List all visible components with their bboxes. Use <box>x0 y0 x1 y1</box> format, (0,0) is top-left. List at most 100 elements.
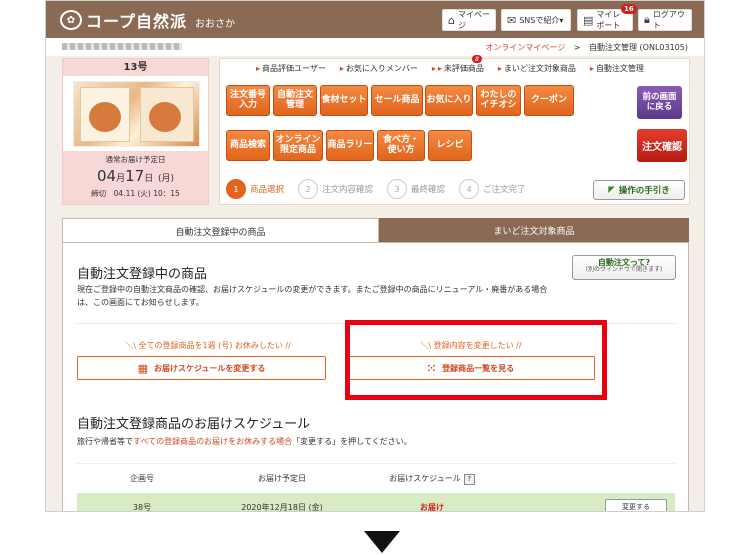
browser-frame: ✿ コープ自然派 おおさか ⌂ マイページ ✉ SNSで紹介▾ ▤ マイレポート… <box>45 0 705 512</box>
link-favorite-members[interactable]: お気に入りメンバー <box>340 63 418 74</box>
order-steps: 1 商品選択 2 注文内容確認 3 最終確認 4 ご注文完了 <box>226 179 540 199</box>
calendar-icon: ▦ <box>137 361 148 375</box>
step-num: 2 <box>305 184 311 194</box>
tab-label: まいど注文対象商品 <box>493 227 575 237</box>
mypage-button[interactable]: ⌂ マイページ <box>442 9 496 31</box>
link-regular-order-products[interactable]: まいど注文対象商品 <box>498 63 576 74</box>
back-button[interactable]: 前の画面 に戻る <box>637 86 682 119</box>
catalog-cover-image[interactable] <box>73 81 200 147</box>
day-unit: 日 <box>144 174 154 184</box>
area-name: おおさか <box>195 18 236 30</box>
step-3: 3 最終確認 <box>387 179 445 199</box>
schedule-desc-red: すべての登録商品のお届けをお休みする場合 <box>133 437 293 446</box>
product-rally-button[interactable]: 商品ラリー <box>326 130 374 161</box>
my-pick-button[interactable]: わたしの イチオシ <box>476 85 521 116</box>
recipe-button[interactable]: レシピ <box>428 130 472 161</box>
mail-icon: ✉ <box>507 13 517 27</box>
help-question-icon[interactable]: ? <box>463 473 475 485</box>
step-2: 2 注文内容確認 <box>298 179 373 199</box>
breadcrumb-mypage-link[interactable]: オンラインマイページ <box>485 43 565 52</box>
delivery-date: 04月17日 (月) <box>63 167 208 185</box>
breadcrumb-separator: > <box>573 43 581 52</box>
lock-icon: 🔒︎ <box>644 13 650 26</box>
logout-label: ログアウト <box>652 10 685 30</box>
myreport-button[interactable]: ▤ マイレポート 16 <box>577 4 637 31</box>
step-4-label: ご注文完了 <box>483 185 526 195</box>
section-description: 現在ご登録中の自動注文商品の確認、お届けスケジュールの変更ができます。またご登録… <box>77 285 548 307</box>
catalog-number: 13号 <box>63 59 208 76</box>
guide-label: 操作の手引き <box>618 186 670 196</box>
change-schedule-button[interactable]: ▦ お届けスケジュールを変更する <box>77 356 326 380</box>
how-to-eat-button[interactable]: 食べ方・ 使い方 <box>377 130 425 161</box>
link-unrated-products[interactable]: 未評価商品8 <box>432 55 484 74</box>
btn-label: 食材セット <box>321 94 367 105</box>
tab-auto-order-products[interactable]: 自動注文登録中の商品 <box>62 218 379 243</box>
step-1-label: 商品選択 <box>250 185 285 195</box>
delivery-day: 17 <box>125 167 145 185</box>
delivery-info: 通常お届け予定日 04月17日 (月) 締切 04.11 (火) 10：15 <box>63 151 208 204</box>
report-icon: ▤ <box>583 13 594 27</box>
meal-kit-button[interactable]: 食材セット <box>320 85 368 116</box>
home-icon: ⌂ <box>448 13 455 27</box>
btn-label: レシピ <box>436 139 464 150</box>
logout-button[interactable]: 🔒︎ ログアウト <box>638 9 692 31</box>
step-3-circle: 3 <box>387 179 408 199</box>
online-limited-button[interactable]: オンライン 限定商品 <box>273 130 323 161</box>
help-sublabel: (別のウィンドウで開きます) <box>585 266 663 274</box>
sub-bar: オンラインマイページ > 自動注文管理 (ONL03105) <box>46 38 704 56</box>
skip-week-note: ＼\ 全ての登録商品を1週 (号) お休みしたい // <box>125 341 291 350</box>
btn-label: 商品ラリー <box>327 139 373 150</box>
order-menu: 商品評価ユーザー お気に入りメンバー 未評価商品8 まいど注文対象商品 自動注文… <box>219 55 690 205</box>
delivery-month: 04 <box>96 167 117 185</box>
step-1: 1 商品選択 <box>226 179 284 199</box>
link-auto-order-management[interactable]: 自動注文管理 <box>590 63 644 74</box>
btn-label: 商品検索 <box>229 139 266 150</box>
col-issue: 企画号 <box>130 474 154 483</box>
back-label: 前の画面 に戻る <box>642 92 677 112</box>
btn-label: クーポン <box>530 94 567 105</box>
sale-products-button[interactable]: セール商品 <box>371 85 423 116</box>
order-confirm-button[interactable]: 注文確認 <box>637 129 687 162</box>
row-issue: 38号 <box>132 503 152 512</box>
menu-links: 商品評価ユーザー お気に入りメンバー 未評価商品8 まいど注文対象商品 自動注文… <box>256 55 644 74</box>
catalog-page-image <box>80 87 130 142</box>
product-search-button[interactable]: 商品検索 <box>226 130 270 161</box>
row-status: お届け <box>420 503 444 512</box>
step-3-label: 最終確認 <box>411 185 446 195</box>
month-unit: 月 <box>116 174 126 184</box>
btn-label: 自動注文 管理 <box>276 90 313 110</box>
step-2-label: 注文内容確認 <box>322 185 374 195</box>
step-4: 4 ご注文完了 <box>459 179 526 199</box>
table-row: 38号 2020年12月18日 (金) お届け 変更する <box>77 493 675 512</box>
myreport-badge: 16 <box>621 4 637 14</box>
tab-regular-order-products[interactable]: まいど注文対象商品 <box>379 218 689 243</box>
change-row-button[interactable]: 変更する <box>605 499 667 511</box>
down-arrow-icon <box>364 531 400 553</box>
order-number-input-button[interactable]: 注文番号 入力 <box>226 85 270 116</box>
btn-label: 食べ方・ 使い方 <box>382 135 419 155</box>
step-num: 4 <box>466 184 472 194</box>
btn-label: わたしの イチオシ <box>480 90 517 110</box>
beginner-mark-icon: ◤ <box>608 185 615 195</box>
link-product-review-users[interactable]: 商品評価ユーザー <box>256 63 326 74</box>
what-is-auto-order-button[interactable]: 自動注文って? (別のウィンドウで開きます) <box>572 255 676 280</box>
user-id-blurred <box>62 43 182 50</box>
step-num: 3 <box>394 184 400 194</box>
col-schedule-label: お届けスケジュール <box>389 473 461 483</box>
sns-share-button[interactable]: ✉ SNSで紹介▾ <box>501 9 571 31</box>
favorites-button[interactable]: お気に入り <box>425 85 473 116</box>
row-delivery-date: 2020年12月18日 (金) <box>241 503 323 512</box>
col-delivery-date: お届け予定日 <box>258 474 306 483</box>
catalog-card[interactable]: 13号 通常お届け予定日 04月17日 (月) 締切 04.11 (火) 10：… <box>62 58 209 205</box>
site-logo[interactable]: ✿ コープ自然派 おおさか <box>60 9 235 31</box>
coupon-button[interactable]: クーポン <box>524 85 574 116</box>
section-title: 自動注文登録中の商品 <box>77 267 208 282</box>
btn-label: セール商品 <box>374 94 420 105</box>
operation-guide-button[interactable]: ◤ 操作の手引き <box>593 180 685 200</box>
site-header: ✿ コープ自然派 おおさか ⌂ マイページ ✉ SNSで紹介▾ ▤ マイレポート… <box>46 1 704 38</box>
auto-order-management-button[interactable]: 自動注文 管理 <box>273 85 317 116</box>
highlight-box <box>345 320 607 400</box>
catalog-page-image <box>140 87 194 142</box>
schedule-table-header: 企画号 お届け予定日 お届けスケジュール? <box>77 463 675 493</box>
sns-share-label: SNSで紹介▾ <box>519 15 564 25</box>
